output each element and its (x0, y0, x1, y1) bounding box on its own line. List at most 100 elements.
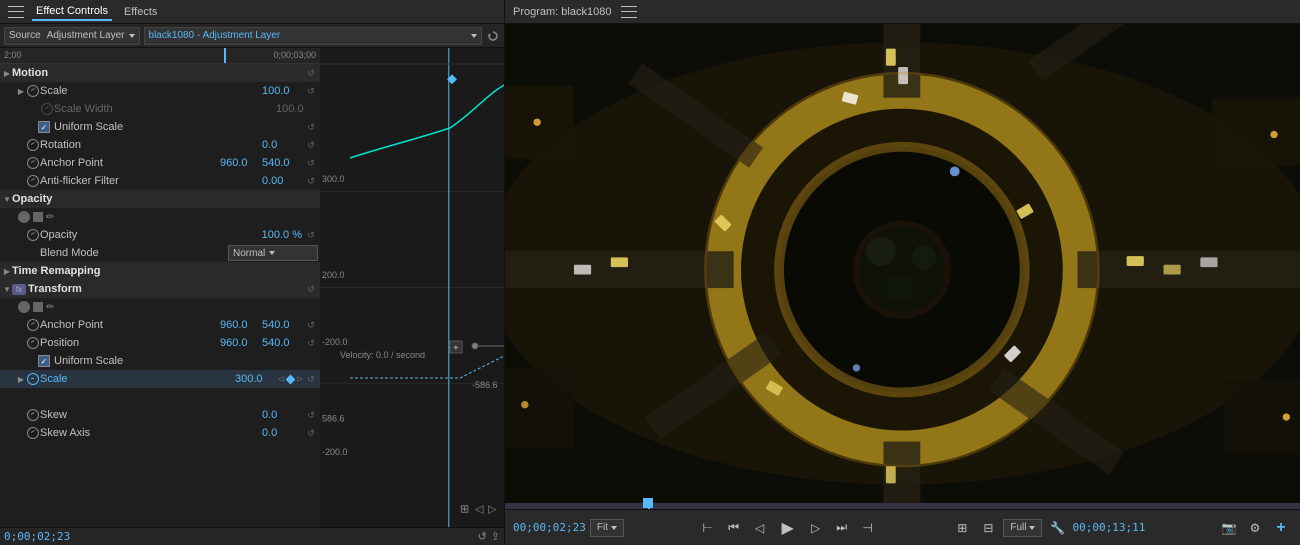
scale-stopwatch-icon[interactable] (26, 84, 40, 98)
anchor-stopwatch[interactable] (26, 156, 40, 170)
t-skew-value[interactable]: 0.0 (262, 409, 302, 421)
tab-effect-controls[interactable]: Effect Controls (32, 3, 112, 21)
rotation-reset[interactable]: ↺ (304, 138, 318, 152)
t-scale-stopwatch[interactable] (26, 372, 40, 386)
insert-button[interactable]: ⊞ (951, 517, 973, 539)
t-scale-value[interactable]: 300.0 (235, 373, 275, 385)
graph-label-300: 300.0 (322, 174, 345, 184)
anchor-point-row: Anchor Point 960.0 540.0 ↺ (0, 154, 320, 172)
filter-icon[interactable]: ⊞ (460, 504, 469, 516)
blend-mode-dropdown[interactable]: Normal (228, 245, 318, 261)
t-uniform-checkbox[interactable]: ✓ (38, 355, 50, 367)
uniform-scale-checkbox[interactable]: ✓ (38, 121, 50, 133)
t-anchor-value[interactable]: 960.0 (220, 319, 260, 331)
scale-expand[interactable]: ▶ (16, 87, 26, 96)
step-back-button[interactable]: ⏮ (723, 517, 745, 539)
opacity-value[interactable]: 100.0 % (262, 229, 302, 241)
t-skewaxis-stopwatch[interactable] (26, 426, 40, 440)
source-dropdown[interactable]: Source Adjustment Layer (4, 27, 140, 45)
export-icon[interactable]: ⇪ (491, 530, 500, 543)
antiflicker-label: Anti-flicker Filter (40, 175, 262, 187)
monitor-menu-icon[interactable] (621, 6, 637, 18)
t-anchor-stopwatch[interactable] (26, 318, 40, 332)
step-forward-button[interactable]: ⏭ (831, 517, 853, 539)
opacity-expand[interactable]: ▼ (2, 195, 12, 204)
transform-expand[interactable]: ▼ (2, 285, 12, 294)
loop-icon[interactable]: ↺ (478, 530, 487, 543)
quality-dropdown[interactable]: Full (1003, 519, 1042, 537)
prev-icon[interactable]: ◁ (475, 504, 484, 516)
play-button[interactable]: ▶ (775, 515, 801, 541)
motion-section-header[interactable]: ▶ Motion ↺ (0, 64, 320, 82)
anchor-value[interactable]: 960.0 (220, 157, 260, 169)
goto-out-button[interactable]: ⊣ (857, 517, 879, 539)
t-uniform-row: ✓ Uniform Scale (0, 352, 320, 370)
t-position-reset[interactable]: ↺ (304, 336, 318, 350)
tab-effects[interactable]: Effects (120, 4, 161, 20)
t-skewaxis-reset[interactable]: ↺ (304, 426, 318, 440)
kf-next[interactable]: ▷ (296, 372, 304, 386)
t-position-value2[interactable]: 540.0 (262, 337, 302, 349)
fit-dropdown[interactable]: Fit (590, 519, 624, 537)
graph-label-neg200: -200.0 (322, 337, 348, 347)
clip-name-dropdown[interactable]: black1080 - Adjustment Layer (144, 27, 482, 45)
time-remap-header[interactable]: ▶ Time Remapping (0, 262, 320, 280)
frame-back-button[interactable]: ◁ (749, 517, 771, 539)
t-uniform-label: Uniform Scale (54, 355, 318, 367)
panel-header: Effect Controls Effects (0, 0, 504, 24)
kf-prev[interactable]: ◁ (277, 372, 285, 386)
motion-reset[interactable]: ↺ (304, 66, 318, 80)
antiflicker-stopwatch[interactable] (26, 174, 40, 188)
blend-mode-row: Blend Mode Normal (0, 244, 320, 262)
anchor-value2[interactable]: 540.0 (262, 157, 302, 169)
overwrite-button[interactable]: ⊟ (977, 517, 999, 539)
t-skew-reset[interactable]: ↺ (304, 408, 318, 422)
opacity-section-label: Opacity (12, 193, 318, 205)
sw-label: Scale Width (54, 103, 276, 115)
rotation-value[interactable]: 0.0 (262, 139, 302, 151)
wrench-icon[interactable]: 🔧 (1046, 517, 1068, 539)
clip-dropdown-arrow (471, 34, 477, 38)
antiflicker-value[interactable]: 0.00 (262, 175, 302, 187)
add-button[interactable]: + (1270, 517, 1292, 539)
motion-expand-arrow[interactable]: ▶ (2, 69, 12, 78)
time-remap-expand[interactable]: ▶ (2, 267, 12, 276)
goto-in-button[interactable]: ⊢ (697, 517, 719, 539)
transform-reset[interactable]: ↺ (304, 282, 318, 296)
opacity-reset[interactable]: ↺ (304, 228, 318, 242)
t-skew-stopwatch[interactable] (26, 408, 40, 422)
graph-label-left: -200.0 (322, 447, 348, 457)
settings-button[interactable]: ⚙ (1244, 517, 1266, 539)
scale-reset[interactable]: ↺ (304, 84, 318, 98)
left-panel-inner: 2;00 0;00;03;00 ▶ Motion ↺ ▶ Scal (0, 48, 504, 527)
panel-menu-icon[interactable] (8, 6, 24, 18)
keyframe-diamond[interactable] (286, 374, 296, 384)
anchor-reset[interactable]: ↺ (304, 156, 318, 170)
t-position-value[interactable]: 960.0 (220, 337, 260, 349)
opacity-section-header[interactable]: ▼ Opacity (0, 190, 320, 208)
scale-label: Scale (40, 85, 262, 97)
progress-bar[interactable] (505, 503, 1300, 509)
t-scale-reset[interactable]: ↺ (304, 372, 318, 386)
t-position-stopwatch[interactable] (26, 336, 40, 350)
monitor-current-time: 00;00;02;23 (513, 521, 586, 534)
antiflicker-reset[interactable]: ↺ (304, 174, 318, 188)
monitor-duration: 00;00;13;11 (1072, 521, 1145, 534)
frame-forward-button[interactable]: ▷ (805, 517, 827, 539)
antiflicker-row: Anti-flicker Filter 0.00 ↺ (0, 172, 320, 190)
next-icon[interactable]: ▷ (488, 504, 497, 516)
uniform-scale-label: Uniform Scale (54, 121, 304, 133)
clip-reset-btn[interactable] (486, 29, 500, 43)
transform-section-header[interactable]: ▼ fx Transform ↺ (0, 280, 320, 298)
scale-value[interactable]: 100.0 (262, 85, 302, 97)
source-row: Source Adjustment Layer black1080 - Adju… (0, 24, 504, 48)
anchor-label: Anchor Point (40, 157, 220, 169)
t-skewaxis-value[interactable]: 0.0 (262, 427, 302, 439)
t-anchor-row: Anchor Point 960.0 540.0 ↺ (0, 316, 320, 334)
t-anchor-reset[interactable]: ↺ (304, 318, 318, 332)
export-frame-button[interactable]: 📷 (1218, 517, 1240, 539)
uniform-scale-reset[interactable]: ↺ (304, 120, 318, 134)
opacity-stopwatch[interactable] (26, 228, 40, 242)
t-anchor-value2[interactable]: 540.0 (262, 319, 302, 331)
rotation-stopwatch[interactable] (26, 138, 40, 152)
